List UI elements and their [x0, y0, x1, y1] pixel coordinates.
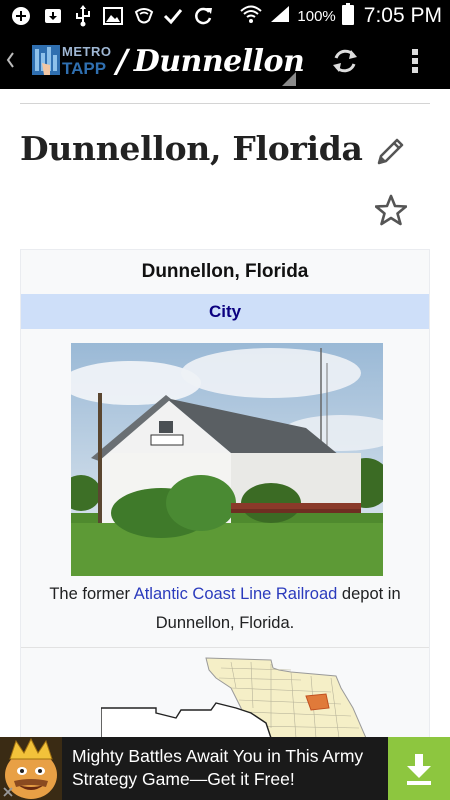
- infobox-type[interactable]: City: [21, 294, 429, 329]
- action-bar: METRO TAPP / Dunnellon: [0, 32, 450, 89]
- title-separator: /: [116, 42, 128, 80]
- battery-icon: [341, 2, 354, 30]
- infobox: Dunnellon, Florida City The former Atlan…: [20, 249, 430, 737]
- wifi-shield-icon: [133, 5, 155, 27]
- ad-text[interactable]: Mighty Battles Await You in This Army St…: [72, 745, 382, 791]
- close-icon: [3, 787, 13, 797]
- refresh-icon: [333, 49, 357, 73]
- sync-icon: [192, 5, 214, 27]
- ad-close-button[interactable]: [0, 784, 16, 800]
- signal-icon: [269, 4, 291, 29]
- image-notification-icon: [102, 5, 124, 27]
- back-chevron-icon[interactable]: [3, 48, 17, 72]
- check-icon: [162, 5, 184, 27]
- logo-text-metro: METRO: [62, 44, 112, 59]
- refresh-button[interactable]: [326, 43, 364, 79]
- overflow-menu-button[interactable]: [400, 43, 430, 79]
- page-title: Dunnellon, Florida: [20, 129, 363, 168]
- download-notification-icon: [42, 5, 64, 27]
- article-content[interactable]: Dunnellon, Florida Dunnellon, Florida Ci…: [0, 89, 450, 737]
- infobox-type-link[interactable]: City: [209, 302, 241, 322]
- wifi-icon: [239, 4, 263, 29]
- edit-button[interactable]: [373, 133, 409, 169]
- usb-icon: [72, 5, 94, 27]
- divider: [20, 103, 430, 104]
- photo-caption: The former Atlantic Coast Line Railroad …: [31, 580, 419, 638]
- status-bar: 100% 7:05 PM: [0, 0, 450, 32]
- logo-text-tapp: TAPP: [62, 59, 107, 78]
- dropdown-indicator-icon[interactable]: [282, 72, 296, 86]
- add-notification-icon: [10, 5, 32, 27]
- infobox-title: Dunnellon, Florida: [141, 261, 309, 282]
- overflow-menu-icon: [412, 49, 418, 73]
- clock: 7:05 PM: [363, 4, 442, 27]
- ad-banner[interactable]: Mighty Battles Await You in This Army St…: [0, 737, 450, 800]
- caption-railroad-link[interactable]: Atlantic Coast Line Railroad: [134, 585, 338, 603]
- download-arrow-icon: [407, 753, 431, 785]
- app-logo[interactable]: METRO TAPP: [32, 43, 114, 79]
- locator-map[interactable]: [101, 648, 441, 737]
- ad-download-button[interactable]: [388, 737, 450, 800]
- star-icon: [375, 194, 407, 226]
- caption-text-before: The former: [49, 585, 134, 603]
- depot-photo[interactable]: [71, 343, 383, 576]
- watch-star-button[interactable]: [372, 191, 410, 229]
- battery-percent: 100%: [297, 7, 336, 25]
- pencil-icon: [377, 138, 404, 165]
- action-bar-title[interactable]: Dunnellon: [134, 44, 305, 79]
